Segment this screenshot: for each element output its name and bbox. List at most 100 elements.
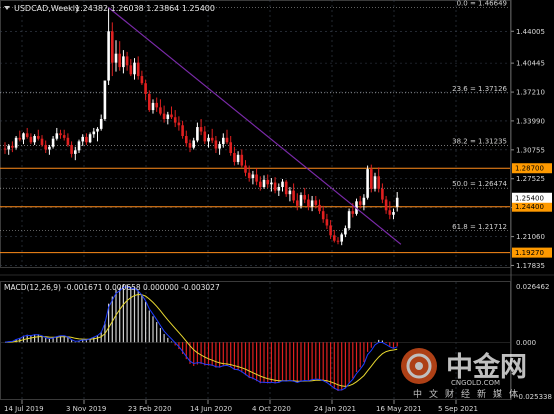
level-price-tag: 1.28700 xyxy=(515,165,544,173)
candle-down xyxy=(266,179,269,185)
candle-down xyxy=(29,136,33,143)
candle-up xyxy=(77,141,81,151)
candle-down xyxy=(296,200,299,206)
candle-up xyxy=(262,179,266,188)
macd-header: MACD(12,26,9) -0.001671 0.000658 0.00000… xyxy=(4,283,220,292)
candle-up xyxy=(114,53,118,63)
candle-down xyxy=(292,190,295,201)
chart-window: 0.0 = 1.46649 23.6 = 1.37126 38.2 = 1.3123… xyxy=(0,0,554,414)
candle-up xyxy=(236,154,240,162)
candle-up xyxy=(51,138,55,147)
candle-down xyxy=(214,140,218,149)
candle-down xyxy=(148,93,151,111)
candle-down xyxy=(177,122,181,126)
candle-up xyxy=(196,127,199,141)
candle-up xyxy=(392,212,395,215)
time-tick-label: 14 Jun 2020 xyxy=(190,405,232,413)
candle-down xyxy=(199,127,203,132)
candle-down xyxy=(255,174,258,182)
candle-up xyxy=(133,62,136,75)
svg-text:中文财经新媒体: 中文财经新媒体 xyxy=(413,388,525,400)
fib-label: 0.0 = 1.46649 xyxy=(457,0,507,8)
symbol-label: USDCAD,Weekly xyxy=(14,4,80,13)
macd-tick-label: 0.026462 xyxy=(516,283,549,291)
macd-tick-label: 0.000 xyxy=(516,339,536,347)
candle-up xyxy=(373,176,377,189)
time-tick-label: 4 Oct 2020 xyxy=(252,405,291,413)
candle-up xyxy=(347,211,351,229)
candle-down xyxy=(336,240,340,242)
candle-down xyxy=(203,131,207,142)
candle-up xyxy=(48,146,51,150)
candle-up xyxy=(270,182,273,185)
candle-up xyxy=(81,136,84,142)
candle-up xyxy=(218,144,221,149)
candle-down xyxy=(318,204,321,212)
svg-text:CNGOLD.COM: CNGOLD.COM xyxy=(451,379,500,387)
candle-down xyxy=(381,188,384,200)
candle-up xyxy=(299,195,303,206)
candle-down xyxy=(388,210,392,215)
fib-label: 23.6 = 1.37126 xyxy=(452,85,507,93)
candle-down xyxy=(333,235,336,241)
candle-down xyxy=(18,137,22,140)
candle-down xyxy=(144,83,147,94)
candle-down xyxy=(162,113,166,120)
candle-down xyxy=(314,200,318,205)
candle-up xyxy=(99,119,103,129)
candle-down xyxy=(325,219,329,226)
candle-up xyxy=(395,197,399,207)
fib-label: 38.2 = 1.31235 xyxy=(452,138,507,146)
candle-down xyxy=(370,169,373,189)
candle-down xyxy=(307,199,310,207)
time-tick-label: 3 Nov 2019 xyxy=(66,405,106,413)
candle-down xyxy=(233,153,236,162)
candle-down xyxy=(225,137,229,143)
time-tick-label: 23 Feb 2020 xyxy=(128,405,172,413)
candle-down xyxy=(244,165,247,173)
price-tick-label: 1.37210 xyxy=(516,89,545,97)
candle-down xyxy=(66,137,70,145)
candle-down xyxy=(11,145,14,148)
candle-up xyxy=(340,234,343,242)
candle-down xyxy=(173,117,177,123)
watermark-logo: 中金网 CNGOLD.COM 中文财经新媒体 xyxy=(401,348,527,400)
candle-down xyxy=(321,211,325,220)
candle-down xyxy=(25,133,29,137)
level-price-tag: 1.19270 xyxy=(515,249,544,257)
macd-values: -0.001671 0.000658 0.000000 -0.003027 xyxy=(64,283,220,292)
candle-down xyxy=(59,133,62,136)
candle-up xyxy=(103,80,107,120)
macd-label: MACD(12,26,9) xyxy=(4,283,61,292)
candle-up xyxy=(74,150,77,154)
candle-down xyxy=(358,201,362,205)
candle-down xyxy=(329,225,332,236)
candle-up xyxy=(222,137,225,145)
price-tick-label: 1.17835 xyxy=(516,262,545,270)
candle-down xyxy=(377,176,380,189)
candle-down xyxy=(229,142,232,154)
time-tick-label: 5 Sep 2021 xyxy=(438,405,478,413)
candle-up xyxy=(92,131,96,135)
candle-up xyxy=(366,169,369,198)
candle-down xyxy=(181,125,184,137)
candle-up xyxy=(207,137,210,142)
candle-down xyxy=(185,136,188,144)
candle-up xyxy=(251,174,255,179)
candle-up xyxy=(277,187,281,191)
candle-down xyxy=(118,53,121,68)
candle-up xyxy=(166,114,170,120)
candle-up xyxy=(55,133,59,139)
candle-down xyxy=(351,211,355,214)
candle-down xyxy=(37,136,40,139)
candle-up xyxy=(88,134,92,143)
candle-up xyxy=(14,137,18,148)
level-price-tag: 1.24400 xyxy=(515,203,544,211)
candle-down xyxy=(303,195,306,200)
candle-up xyxy=(7,145,10,150)
candle-down xyxy=(44,144,47,150)
symbol-header: USDCAD,Weekly 1.24382 1.26038 1.23864 1.… xyxy=(4,4,215,13)
price-tick-label: 1.40445 xyxy=(516,60,545,68)
candle-down xyxy=(284,181,288,195)
candle-down xyxy=(155,102,158,108)
